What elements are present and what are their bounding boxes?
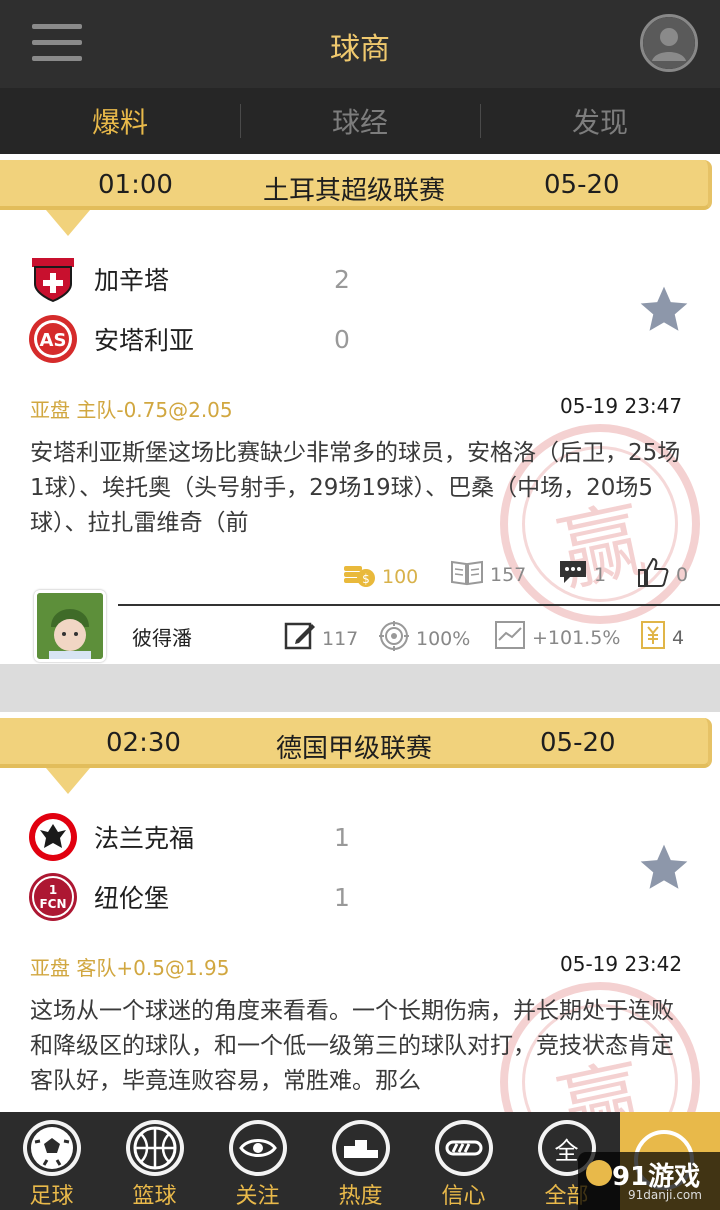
author-name[interactable]: 彼得潘 xyxy=(132,622,192,651)
author-hitrate-stat: 100% xyxy=(378,620,470,657)
away-team-row: 1 FCN 纽伦堡 1 xyxy=(28,870,350,924)
nav-label: 信心 xyxy=(441,1184,486,1209)
target-icon xyxy=(378,620,410,657)
likes-count: 0 xyxy=(676,563,689,586)
gaziantep-logo-icon xyxy=(28,254,78,304)
author-divider xyxy=(118,604,720,606)
antalyaspor-logo-icon: AS xyxy=(28,314,78,364)
author-profit: +101.5% xyxy=(532,626,621,649)
post-time: 05-19 23:47 xyxy=(560,394,683,418)
tab-baoliao[interactable]: 爆料 xyxy=(0,88,240,154)
thumbs-up-icon xyxy=(636,556,670,593)
svg-text:$: $ xyxy=(362,572,370,586)
nav-confidence[interactable]: 信心 xyxy=(412,1112,515,1210)
odds-text: 亚盘 主队-0.75@2.05 xyxy=(30,398,233,422)
soccer-ball-icon xyxy=(22,1120,81,1176)
nav-basketball[interactable]: 篮球 xyxy=(103,1112,206,1210)
nav-label: 篮球 xyxy=(132,1184,177,1209)
reads-stat: 157 xyxy=(450,558,526,591)
page-title: 球商 xyxy=(330,32,390,67)
book-icon xyxy=(450,558,484,591)
author-row[interactable]: 彼得潘 117 100% +101.5% 4 xyxy=(0,590,720,664)
author-posts-stat: 117 xyxy=(284,620,358,657)
coins-count: 100 xyxy=(382,565,419,588)
match-card[interactable]: 01:00 土耳其超级联赛 05-20 加辛塔 2 AS 安塔利亚 0 亚盘 主… xyxy=(0,154,720,664)
author-profit-stat: +101.5% xyxy=(494,620,620,655)
user-avatar-icon[interactable] xyxy=(640,14,698,72)
away-team-score: 0 xyxy=(334,324,350,354)
svg-text:1: 1 xyxy=(49,883,57,897)
watermark-url: 91danji.com xyxy=(628,1188,702,1202)
author-wins-stat: 4 xyxy=(640,620,684,655)
home-team-row: 加辛塔 2 xyxy=(28,252,350,306)
banner-pointer xyxy=(46,210,90,236)
tab-bar: 爆料 球经 发现 xyxy=(0,88,720,154)
comment-icon xyxy=(558,558,588,591)
author-posts: 117 xyxy=(322,627,359,650)
nav-football[interactable]: 足球 xyxy=(0,1112,103,1210)
nav-hot[interactable]: 热度 xyxy=(309,1112,412,1210)
tab-qiujing[interactable]: 球经 xyxy=(240,88,480,154)
nav-label: 关注 xyxy=(235,1184,280,1209)
match-banner: 01:00 土耳其超级联赛 05-20 xyxy=(0,160,712,210)
post-time: 05-19 23:42 xyxy=(560,952,683,976)
trend-chart-icon xyxy=(494,620,526,655)
favorite-star-icon[interactable] xyxy=(636,840,692,896)
reads-count: 157 xyxy=(490,563,527,586)
nav-label: 热度 xyxy=(338,1184,383,1209)
frankfurt-logo-icon xyxy=(28,812,78,862)
card-separator xyxy=(0,664,720,712)
nuernberg-logo-icon: 1 FCN xyxy=(28,872,78,922)
svg-text:AS: AS xyxy=(40,330,67,351)
watermark-logo-icon xyxy=(586,1160,612,1186)
tab-faxian[interactable]: 发现 xyxy=(480,88,720,154)
comments-count: 1 xyxy=(594,563,607,586)
author-avatar[interactable] xyxy=(34,590,106,662)
coin-badge-icon xyxy=(640,620,666,655)
basketball-icon xyxy=(125,1120,184,1176)
nav-follow[interactable]: 关注 xyxy=(206,1112,309,1210)
edit-icon xyxy=(284,620,316,657)
odds-text: 亚盘 客队+0.5@1.95 xyxy=(30,956,230,980)
svg-text:FCN: FCN xyxy=(39,897,66,911)
match-date: 05-20 xyxy=(540,728,616,758)
eye-icon xyxy=(228,1120,287,1176)
home-team-score: 1 xyxy=(334,822,350,852)
away-team-name: 安塔利亚 xyxy=(94,326,195,355)
favorite-star-icon[interactable] xyxy=(636,282,692,338)
home-team-row: 法兰克福 1 xyxy=(28,810,350,864)
away-team-name: 纽伦堡 xyxy=(94,884,170,913)
match-card[interactable]: 02:30 德国甲级联赛 05-20 法兰克福 1 1 FCN 纽伦堡 1 亚盘… xyxy=(0,712,720,1182)
top-bar: 球商 xyxy=(0,0,720,88)
home-team-score: 2 xyxy=(334,264,350,294)
watermark: 91游戏 91danji.com xyxy=(578,1152,720,1210)
banner-pointer xyxy=(46,768,90,794)
author-hit-rate: 100% xyxy=(416,627,471,650)
podium-icon xyxy=(331,1120,390,1176)
author-wins: 4 xyxy=(672,626,685,649)
home-team-name: 加辛塔 xyxy=(94,266,170,295)
post-description[interactable]: 安塔利亚斯堡这场比赛缺少非常多的球员，安格洛（后卫，25场1球）、埃托奥（头号射… xyxy=(30,436,690,541)
comments-stat[interactable]: 1 xyxy=(558,558,606,591)
likes-stat[interactable]: 0 xyxy=(636,556,688,593)
away-team-score: 1 xyxy=(334,882,350,912)
post-description[interactable]: 这场从一个球迷的角度来看看。一个长期伤病，并长期处于连败和降级区的球队，和一个低… xyxy=(30,994,690,1099)
nav-label: 足球 xyxy=(29,1184,74,1209)
home-team-name: 法兰克福 xyxy=(94,824,195,853)
match-banner: 02:30 德国甲级联赛 05-20 xyxy=(0,718,712,768)
match-date: 05-20 xyxy=(544,170,620,200)
away-team-row: AS 安塔利亚 0 xyxy=(28,312,350,366)
progress-icon xyxy=(434,1120,493,1176)
